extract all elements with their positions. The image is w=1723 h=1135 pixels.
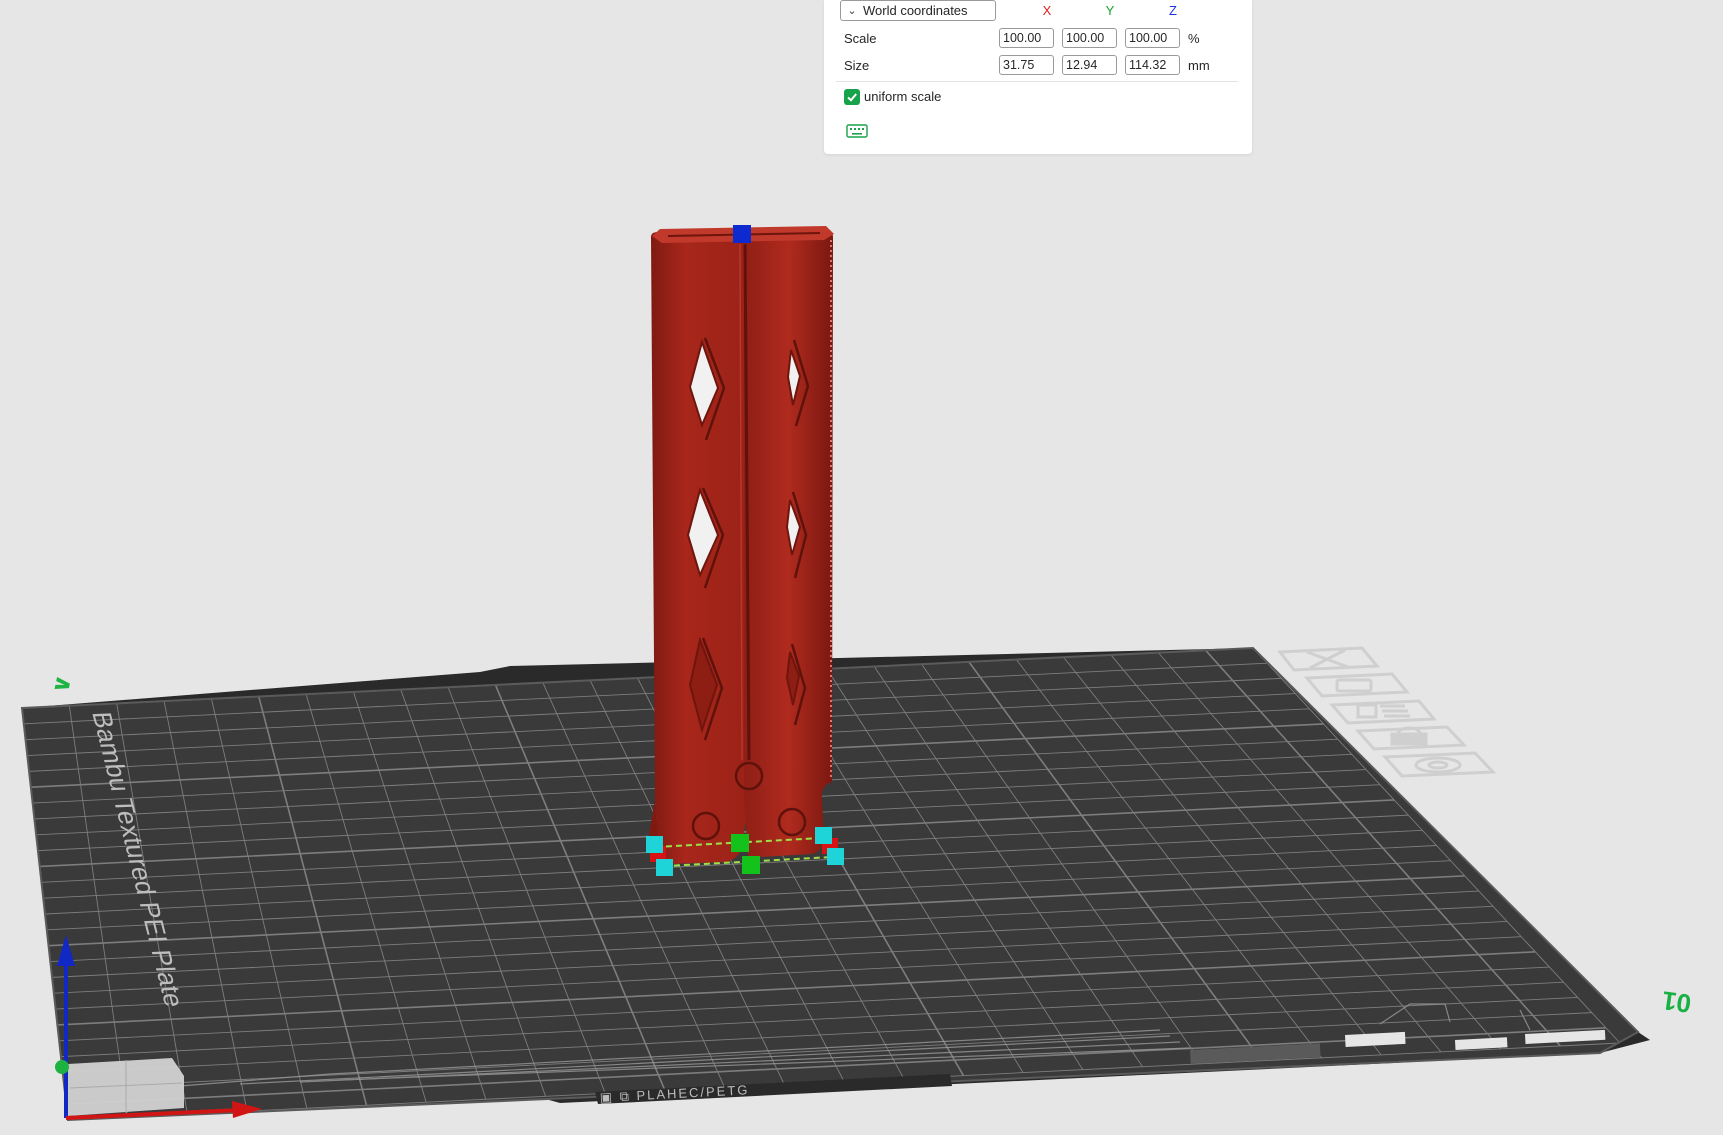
lock-icon[interactable] (1354, 725, 1468, 751)
scale-y-input[interactable] (1062, 28, 1117, 48)
copy-icon[interactable] (1303, 672, 1411, 698)
plate-number: 01 (1660, 985, 1693, 1019)
scale-z-input[interactable] (1125, 28, 1180, 48)
size-x-input[interactable] (999, 55, 1054, 75)
model-object[interactable] (648, 226, 834, 864)
scale-unit: % (1188, 31, 1200, 46)
scale-x-input[interactable] (999, 28, 1054, 48)
handle-z-top[interactable] (733, 225, 751, 243)
handle-y-front[interactable] (742, 856, 760, 874)
coordinate-system-dropdown[interactable]: ⌄ World coordinates (840, 0, 996, 21)
build-plate[interactable]: ▣ ⧉ PLAHEC/PETG (20, 646, 1650, 1122)
scale-row-label: Scale (844, 31, 877, 46)
size-z-input[interactable] (1125, 55, 1180, 75)
arrange-icon[interactable] (1328, 699, 1438, 725)
handle-y-back[interactable] (731, 834, 749, 852)
coordinate-system-value: World coordinates (863, 3, 968, 18)
uniform-scale-label: uniform scale (864, 89, 942, 104)
size-y-input[interactable] (1062, 55, 1117, 75)
handle-corner-front-left[interactable] (656, 859, 673, 876)
handle-corner-back-right[interactable] (815, 827, 832, 844)
handle-corner-back-left[interactable] (646, 836, 663, 853)
axis-header-z: Z (1169, 3, 1177, 18)
plate-corner-mark: ∨ (47, 672, 77, 697)
size-unit: mm (1188, 58, 1210, 73)
checkmark-icon (847, 93, 857, 102)
scale-panel: ⌄ World coordinates X Y Z Scale % Size m… (824, 0, 1252, 154)
handle-corner-front-right[interactable] (827, 848, 844, 865)
keyboard-icon[interactable] (846, 123, 868, 139)
uniform-scale-checkbox[interactable] (844, 89, 860, 105)
size-row-label: Size (844, 58, 870, 73)
close-icon[interactable] (1277, 646, 1381, 672)
panel-divider (836, 81, 1238, 82)
axis-header-x: X (1042, 3, 1052, 18)
chevron-down-icon: ⌄ (847, 5, 857, 17)
axis-header-y: Y (1105, 3, 1115, 18)
3d-viewport[interactable]: ▣ ⧉ PLAHEC/PETG Bambu Textured PEI Plate… (0, 0, 1723, 1130)
settings-icon[interactable] (1381, 751, 1497, 778)
